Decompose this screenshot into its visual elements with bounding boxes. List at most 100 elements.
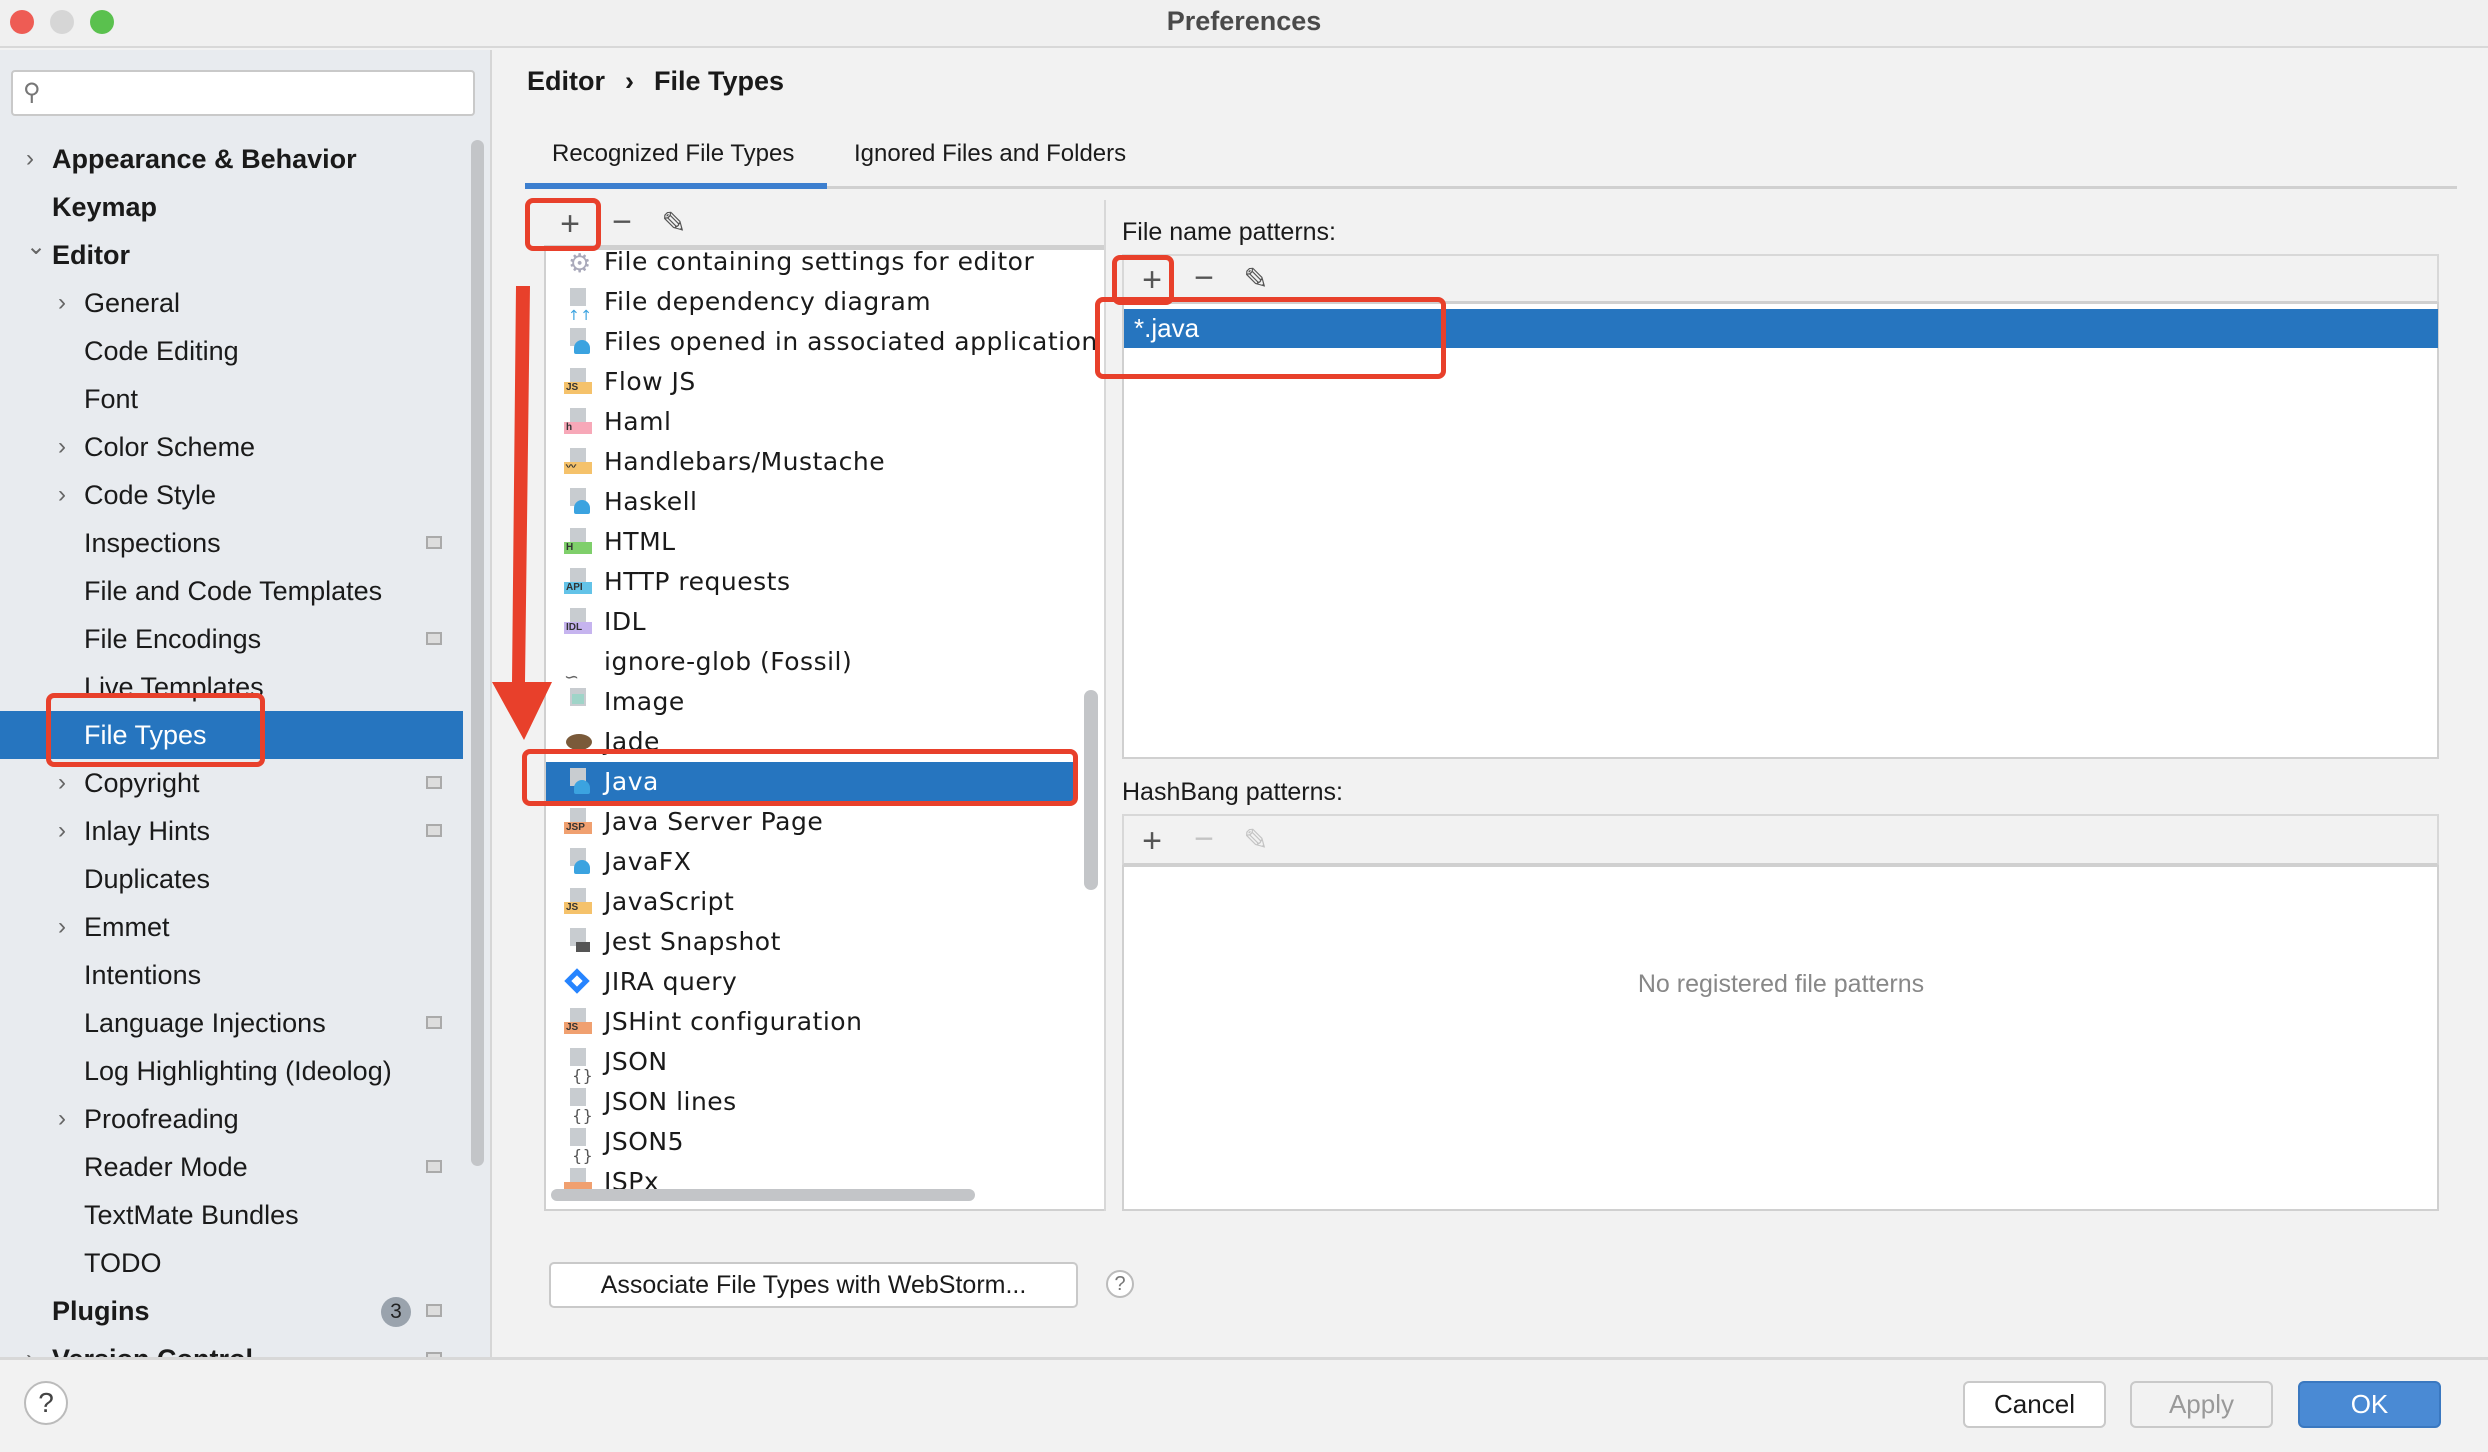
apply-button[interactable]: Apply bbox=[2130, 1381, 2273, 1428]
add-hashbang-button[interactable]: + bbox=[1132, 821, 1172, 861]
sidebar-item-label: Inspections bbox=[84, 528, 221, 558]
file-type-item-haml[interactable]: h Haml bbox=[546, 402, 1076, 442]
help-button[interactable]: ? bbox=[24, 1381, 68, 1425]
sidebar-item-editor[interactable]: ⌄ Editor bbox=[0, 231, 463, 279]
sidebar-item-code-editing[interactable]: Code Editing bbox=[0, 327, 463, 375]
file-type-item-files-opened-in-associated-application[interactable]: Files opened in associated application bbox=[546, 322, 1097, 362]
sidebar-item-general[interactable]: › General bbox=[0, 279, 463, 327]
file-type-item-jshint-configuration[interactable]: JS JSHint configuration bbox=[546, 1002, 1076, 1042]
sidebar-item-appearance-behavior[interactable]: › Appearance & Behavior bbox=[0, 135, 463, 183]
project-level-icon bbox=[426, 1016, 442, 1029]
user-icon bbox=[564, 328, 592, 356]
file-type-item-haskell[interactable]: Haskell bbox=[546, 482, 1076, 522]
file-types-list[interactable]: ⚙ File containing settings for editor ↑↑ Fi… bbox=[544, 248, 1106, 1211]
file-type-item-image[interactable]: Image bbox=[546, 682, 1076, 722]
sidebar-item-font[interactable]: Font bbox=[0, 375, 463, 423]
sidebar-item-keymap[interactable]: Keymap bbox=[0, 183, 463, 231]
sidebar-item-proofreading[interactable]: › Proofreading bbox=[0, 1095, 463, 1143]
file-type-label: Haml bbox=[604, 407, 672, 436]
sidebar-item-label: File Encodings bbox=[84, 624, 262, 654]
sidebar-item-todo[interactable]: TODO bbox=[0, 1239, 463, 1287]
file-type-item-json-lines[interactable]: {} JSON lines bbox=[546, 1082, 1076, 1125]
file-type-label: JSON5 bbox=[604, 1127, 685, 1156]
sidebar-item-label: Intentions bbox=[84, 960, 202, 990]
chevron-right-icon[interactable]: › bbox=[26, 135, 34, 183]
file-type-item-http-requests[interactable]: API HTTP requests bbox=[546, 562, 1076, 602]
chevron-right-icon[interactable]: › bbox=[58, 807, 66, 855]
project-level-icon bbox=[426, 632, 442, 645]
chevron-right-icon[interactable]: › bbox=[58, 471, 66, 519]
sidebar-item-emmet[interactable]: › Emmet bbox=[0, 903, 463, 951]
file-types-horizontal-scrollbar[interactable] bbox=[551, 1189, 975, 1201]
sidebar-item-label: File and Code Templates bbox=[84, 576, 383, 606]
file-type-icon: API bbox=[564, 568, 592, 596]
file-type-item-javascript[interactable]: JS JavaScript bbox=[546, 882, 1076, 922]
sidebar-item-code-style[interactable]: › Code Style bbox=[0, 471, 463, 519]
sidebar-item-log-highlighting-ideolog[interactable]: Log Highlighting (Ideolog) bbox=[0, 1047, 463, 1095]
file-type-item-file-dependency-diagram[interactable]: ↑↑ File dependency diagram bbox=[546, 282, 1076, 324]
chevron-down-icon[interactable]: ⌄ bbox=[26, 223, 46, 271]
tab-ignored-files-and-folders[interactable]: Ignored Files and Folders bbox=[854, 140, 1126, 184]
hashbang-patterns-list[interactable] bbox=[1122, 865, 2439, 1211]
file-type-label: Flow JS bbox=[604, 367, 696, 396]
file-name-patterns-label: File name patterns: bbox=[1122, 218, 1336, 246]
file-type-item-jest-snapshot[interactable]: Jest Snapshot bbox=[546, 922, 1076, 962]
braces-icon: {} bbox=[564, 1128, 593, 1165]
sidebar-item-version-control[interactable]: › Version Control bbox=[0, 1335, 463, 1357]
file-type-item-idl[interactable]: IDL IDL bbox=[546, 602, 1076, 642]
settings-search-input[interactable]: ⚲ bbox=[11, 70, 475, 116]
file-type-item-jira-query[interactable]: JIRA query bbox=[546, 962, 1076, 1002]
dialog-footer bbox=[0, 1357, 2488, 1452]
file-type-label: File dependency diagram bbox=[604, 287, 932, 316]
file-type-label: Handlebars/Mustache bbox=[604, 447, 886, 476]
user-icon bbox=[564, 848, 592, 876]
remove-pattern-button[interactable]: − bbox=[1184, 258, 1224, 298]
file-type-item-html[interactable]: H HTML bbox=[546, 522, 1076, 562]
window-title: Preferences bbox=[1166, 6, 1322, 36]
cancel-button[interactable]: Cancel bbox=[1963, 1381, 2106, 1428]
sidebar-item-file-encodings[interactable]: File Encodings bbox=[0, 615, 463, 663]
sidebar-item-reader-mode[interactable]: Reader Mode bbox=[0, 1143, 463, 1191]
sidebar-item-plugins[interactable]: Plugins 3 bbox=[0, 1287, 463, 1335]
tab-recognized-file-types[interactable]: Recognized File Types bbox=[552, 140, 794, 184]
sidebar-item-label: General bbox=[84, 288, 181, 318]
associate-file-types-button[interactable]: Associate File Types with WebStorm... bbox=[549, 1262, 1078, 1308]
sidebar-item-label: Code Style bbox=[84, 480, 217, 510]
gear-icon: ⚙ bbox=[568, 249, 592, 279]
file-type-item-json5[interactable]: {} JSON5 bbox=[546, 1122, 1076, 1165]
file-type-label: JavaScript bbox=[604, 887, 735, 916]
chevron-right-icon[interactable]: › bbox=[58, 903, 66, 951]
file-type-item-flow-js[interactable]: JS Flow JS bbox=[546, 362, 1076, 402]
project-level-icon bbox=[426, 1304, 442, 1317]
breadcrumb-editor[interactable]: Editor bbox=[527, 66, 605, 96]
sidebar-item-inspections[interactable]: Inspections bbox=[0, 519, 463, 567]
sidebar-item-label: Log Highlighting (Ideolog) bbox=[84, 1056, 392, 1086]
file-type-label: HTML bbox=[604, 527, 676, 556]
chevron-right-icon[interactable]: › bbox=[58, 279, 66, 327]
sidebar-item-language-injections[interactable]: Language Injections bbox=[0, 999, 463, 1047]
annotation-box-add-file-type bbox=[525, 198, 601, 251]
sidebar-item-label: Inlay Hints bbox=[84, 816, 211, 846]
file-type-label: Jest Snapshot bbox=[604, 927, 781, 956]
chevron-right-icon[interactable]: › bbox=[58, 1095, 66, 1143]
sidebar-item-file-and-code-templates[interactable]: File and Code Templates bbox=[0, 567, 463, 615]
file-type-item-file-containing-settings-for-editor[interactable]: ⚙ File containing settings for editor bbox=[546, 249, 1076, 282]
file-type-item-handlebars-mustache[interactable]: 〰 Handlebars/Mustache bbox=[546, 442, 1076, 482]
file-type-item-ignore-glob-fossil[interactable]: ∽ ignore-glob (Fossil) bbox=[546, 642, 1076, 688]
ok-button[interactable]: OK bbox=[2298, 1381, 2441, 1428]
chevron-right-icon[interactable]: › bbox=[58, 423, 66, 471]
sidebar-item-duplicates[interactable]: Duplicates bbox=[0, 855, 463, 903]
edit-file-type-button[interactable]: ✎ bbox=[654, 204, 694, 244]
file-types-vertical-scrollbar[interactable] bbox=[1084, 690, 1098, 890]
file-type-item-javafx[interactable]: JavaFX bbox=[546, 842, 1076, 882]
chevron-right-icon[interactable]: › bbox=[26, 1335, 34, 1357]
file-type-item-java-server-page[interactable]: JSP Java Server Page bbox=[546, 802, 1076, 842]
remove-file-type-button[interactable]: − bbox=[602, 202, 642, 242]
sidebar-item-textmate-bundles[interactable]: TextMate Bundles bbox=[0, 1191, 463, 1239]
help-icon[interactable]: ? bbox=[1106, 1270, 1134, 1298]
sidebar-item-color-scheme[interactable]: › Color Scheme bbox=[0, 423, 463, 471]
file-type-item-json[interactable]: {} JSON bbox=[546, 1042, 1076, 1085]
sidebar-item-intentions[interactable]: Intentions bbox=[0, 951, 463, 999]
sidebar-item-inlay-hints[interactable]: › Inlay Hints bbox=[0, 807, 463, 855]
edit-pattern-button[interactable]: ✎ bbox=[1236, 260, 1276, 300]
